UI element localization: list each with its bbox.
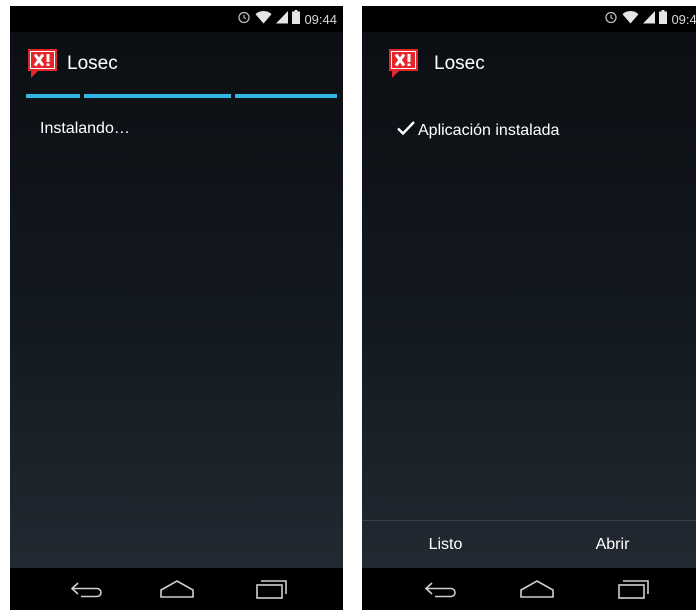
back-icon [70,582,102,598]
back-button[interactable] [66,576,106,602]
status-time: 09:44 [304,11,337,27]
app-logo-icon [387,47,420,80]
install-result-row: Aplicación instalada [396,120,559,141]
back-button[interactable] [420,576,460,602]
battery-icon [659,9,668,29]
wifi-icon [255,10,272,29]
alarm-icon [237,10,251,29]
navigation-bar [362,568,696,610]
battery-icon [292,9,301,29]
home-icon [160,580,194,598]
app-header: Losec [362,32,696,96]
signal-icon [276,10,289,29]
install-status-text: Aplicación instalada [418,121,560,139]
recents-icon [618,580,649,599]
recents-button[interactable] [614,576,654,602]
home-button[interactable] [157,576,197,602]
install-progress-segment [84,94,231,98]
done-button[interactable]: Listo [362,521,529,569]
navigation-bar [10,568,343,610]
app-title: Losec [434,53,485,74]
installed-screen: 09:43 Losec Aplicación instalada Listo A… [362,6,696,610]
install-progress-segment [235,94,337,98]
status-bar: 09:43 [362,6,696,32]
home-button[interactable] [517,576,557,602]
recents-button[interactable] [252,576,292,602]
action-button-bar: Listo Abrir [362,520,696,569]
wifi-icon [622,10,639,29]
status-time: 09:43 [671,11,696,27]
signal-icon [643,10,656,29]
installing-screen: 09:44 Losec Instalando… [10,6,343,610]
status-bar: 09:44 [10,6,343,32]
app-header: Losec [10,32,343,96]
app-title: Losec [67,53,118,74]
open-button[interactable]: Abrir [529,521,696,569]
back-icon [424,582,456,598]
install-progress-segment [26,94,80,98]
app-logo-icon [26,47,59,80]
install-status-text: Instalando… [40,120,130,137]
alarm-icon [604,10,618,29]
home-icon [520,580,554,598]
checkmark-icon [396,120,416,141]
recents-icon [256,580,287,599]
